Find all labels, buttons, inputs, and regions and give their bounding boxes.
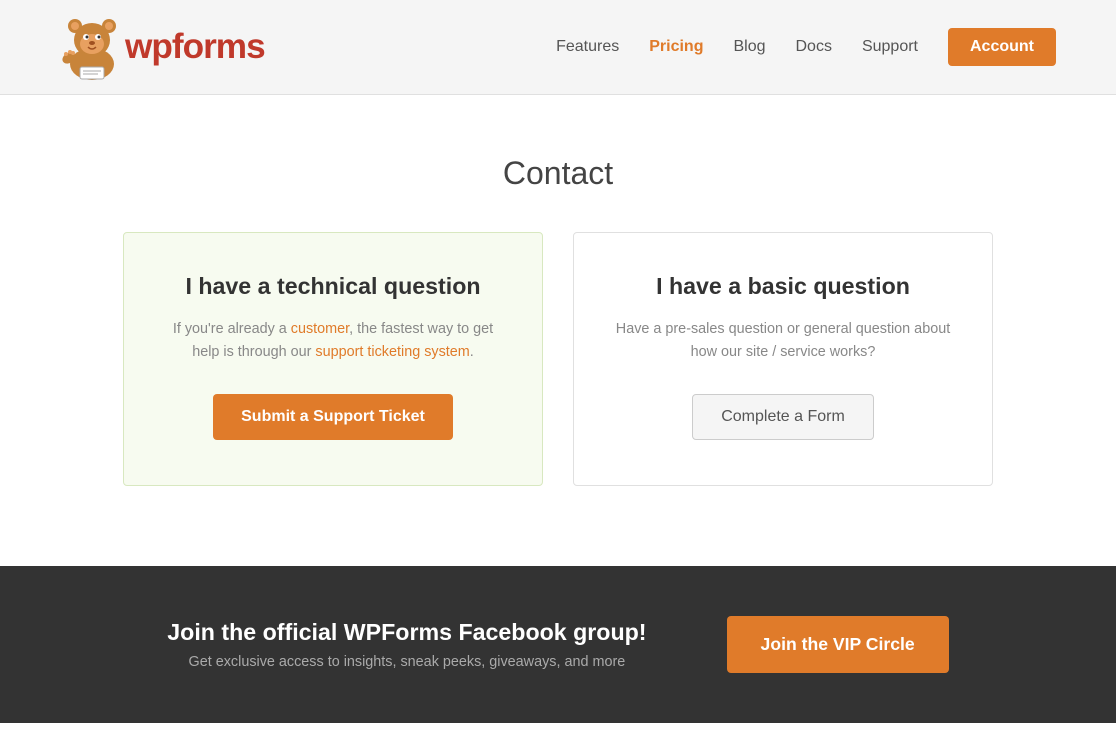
logo-link[interactable]: wpforms — [60, 12, 265, 82]
cta-bar: Join the official WPForms Facebook group… — [0, 566, 1116, 723]
support-ticketing-link[interactable]: support ticketing system — [315, 344, 469, 360]
nav-account-button[interactable]: Account — [948, 28, 1056, 66]
nav-pricing[interactable]: Pricing — [649, 38, 703, 56]
logo-text: wpforms — [125, 27, 265, 67]
cta-text-area: Join the official WPForms Facebook group… — [167, 619, 646, 670]
logo-forms: forms — [172, 27, 265, 66]
page-title: Contact — [20, 155, 1096, 192]
site-header: wpforms Features Pricing Blog Docs Suppo… — [0, 0, 1116, 95]
cta-subtitle: Get exclusive access to insights, sneak … — [167, 654, 646, 670]
nav-blog[interactable]: Blog — [733, 38, 765, 56]
cards-container: I have a technical question If you're al… — [108, 232, 1008, 486]
logo-bear-icon — [60, 12, 125, 82]
technical-question-card: I have a technical question If you're al… — [123, 232, 543, 486]
nav-support[interactable]: Support — [862, 38, 918, 56]
nav-features[interactable]: Features — [556, 38, 619, 56]
main-nav: Features Pricing Blog Docs Support Accou… — [556, 28, 1056, 66]
submit-support-ticket-button[interactable]: Submit a Support Ticket — [213, 394, 453, 440]
customer-link[interactable]: customer — [291, 321, 349, 337]
basic-card-title: I have a basic question — [614, 273, 952, 300]
join-vip-circle-button[interactable]: Join the VIP Circle — [727, 616, 949, 673]
cta-title: Join the official WPForms Facebook group… — [167, 619, 646, 646]
complete-form-button[interactable]: Complete a Form — [692, 394, 874, 440]
technical-card-title: I have a technical question — [164, 273, 502, 300]
basic-question-card: I have a basic question Have a pre-sales… — [573, 232, 993, 486]
nav-docs[interactable]: Docs — [796, 38, 832, 56]
main-content: Contact I have a technical question If y… — [0, 95, 1116, 566]
basic-card-description: Have a pre-sales question or general que… — [614, 318, 952, 364]
logo-wp: wp — [125, 27, 172, 66]
technical-card-description: If you're already a customer, the fastes… — [164, 318, 502, 364]
